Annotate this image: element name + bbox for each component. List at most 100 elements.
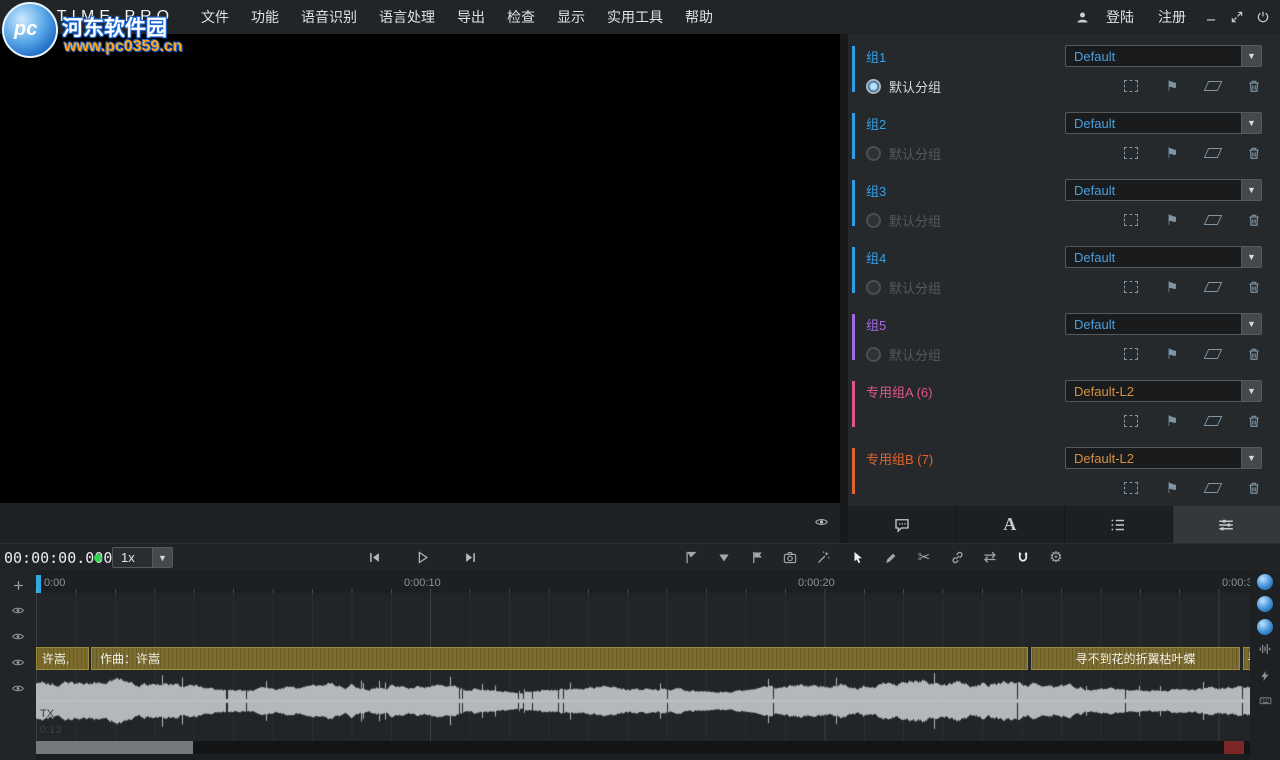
chevron-down-icon[interactable]: ▼ <box>1241 247 1261 267</box>
group-radio[interactable] <box>866 347 881 362</box>
group-radio[interactable] <box>866 79 881 94</box>
group-style-dropdown[interactable]: Default-L2 ▼ <box>1065 447 1262 469</box>
group-radio[interactable] <box>866 213 881 228</box>
subtitle-block[interactable]: 作曲：许嵩 <box>91 647 1028 670</box>
trash-icon[interactable] <box>1246 145 1262 161</box>
camera-icon[interactable] <box>782 549 798 566</box>
eraser-icon[interactable] <box>1205 212 1221 228</box>
waveform-display-icon[interactable] <box>1257 641 1273 657</box>
chevron-down-icon[interactable]: ▼ <box>1241 381 1261 401</box>
group-style-dropdown[interactable]: Default ▼ <box>1065 246 1262 268</box>
magnet-snap-icon[interactable] <box>1015 549 1031 566</box>
tab-comments[interactable] <box>848 506 956 543</box>
timeline-scrollbar[interactable] <box>36 741 1250 754</box>
group-style-dropdown[interactable]: Default ▼ <box>1065 45 1262 67</box>
eraser-icon[interactable] <box>1205 279 1221 295</box>
zoom-control-button[interactable] <box>1257 619 1273 635</box>
trash-icon[interactable] <box>1246 279 1262 295</box>
menu-display[interactable]: 显示 <box>546 0 596 34</box>
menu-speech-recognition[interactable]: 语音识别 <box>290 0 368 34</box>
scissors-icon[interactable]: ✂ <box>916 549 932 566</box>
quick-tap-flag-icon[interactable] <box>683 549 699 566</box>
select-region-icon[interactable] <box>1123 413 1139 429</box>
group-style-dropdown[interactable]: Default ▼ <box>1065 179 1262 201</box>
chevron-down-icon[interactable]: ▼ <box>1241 314 1261 334</box>
zoom-control-button[interactable] <box>1257 596 1273 612</box>
scrollbar-thumb[interactable] <box>36 741 193 754</box>
select-region-icon[interactable] <box>1123 346 1139 362</box>
flag-icon[interactable]: ⚑ <box>1164 413 1180 429</box>
login-link[interactable]: 登陆 <box>1096 7 1144 27</box>
minimize-button[interactable] <box>1200 6 1222 28</box>
magic-wand-icon[interactable] <box>815 549 831 566</box>
flag-icon[interactable]: ⚑ <box>1164 279 1180 295</box>
tab-subtitle-list[interactable] <box>1065 506 1173 543</box>
menu-help[interactable]: 帮助 <box>674 0 724 34</box>
eraser-icon[interactable] <box>1205 145 1221 161</box>
skip-to-start-button[interactable] <box>366 549 382 566</box>
zoom-control-button[interactable] <box>1257 574 1273 590</box>
menu-export[interactable]: 导出 <box>446 0 496 34</box>
track-visibility-icon[interactable] <box>10 654 26 670</box>
trash-icon[interactable] <box>1246 413 1262 429</box>
audio-track[interactable] <box>36 670 1250 732</box>
flag-icon[interactable]: ⚑ <box>1164 212 1180 228</box>
lightning-icon[interactable] <box>1257 668 1273 684</box>
video-preview[interactable] <box>0 34 840 503</box>
trash-icon[interactable] <box>1246 78 1262 94</box>
gear-icon[interactable]: ⚙ <box>1048 549 1064 566</box>
keyboard-icon[interactable] <box>1257 692 1273 708</box>
track-visibility-icon[interactable] <box>10 602 26 618</box>
chevron-down-icon[interactable]: ▼ <box>1241 113 1261 133</box>
group-style-dropdown[interactable]: Default ▼ <box>1065 313 1262 335</box>
group-style-dropdown[interactable]: Default-L2 ▼ <box>1065 380 1262 402</box>
tab-font-style[interactable]: A <box>956 506 1064 543</box>
group-radio[interactable] <box>866 146 881 161</box>
maximize-button[interactable] <box>1226 6 1248 28</box>
select-region-icon[interactable] <box>1123 480 1139 496</box>
add-track-icon[interactable] <box>10 577 26 593</box>
flag-icon[interactable]: ⚑ <box>1164 480 1180 496</box>
eraser-icon[interactable] <box>1205 78 1221 94</box>
chevron-down-icon[interactable]: ▼ <box>1241 180 1261 200</box>
group-radio[interactable] <box>866 280 881 295</box>
track-visibility-icon[interactable] <box>10 680 26 696</box>
eraser-icon[interactable] <box>1205 413 1221 429</box>
play-button[interactable] <box>414 549 430 566</box>
flag-icon[interactable]: ⚑ <box>1164 145 1180 161</box>
power-button[interactable] <box>1252 6 1274 28</box>
chevron-down-icon[interactable]: ▼ <box>152 548 172 567</box>
track-lanes[interactable]: 许嵩, 作曲：许嵩 寻不到花的折翼枯叶蝶 寻 TX 0:13 <box>36 593 1255 741</box>
menu-file[interactable]: 文件 <box>190 0 240 34</box>
skip-to-end-button[interactable] <box>462 549 478 566</box>
time-ruler[interactable]: 0:00 0:00:10 0:00:20 0:00:30 <box>36 575 1250 593</box>
menu-check[interactable]: 检查 <box>496 0 546 34</box>
flag-tool-icon[interactable] <box>749 549 765 566</box>
edit-pen-icon[interactable] <box>883 549 899 566</box>
flag-icon[interactable]: ⚑ <box>1164 346 1180 362</box>
chevron-down-icon[interactable]: ▼ <box>1241 448 1261 468</box>
register-link[interactable]: 注册 <box>1148 7 1196 27</box>
trash-icon[interactable] <box>1246 346 1262 362</box>
menu-utilities[interactable]: 实用工具 <box>596 0 674 34</box>
trash-icon[interactable] <box>1246 212 1262 228</box>
flag-icon[interactable]: ⚑ <box>1164 78 1180 94</box>
subtitle-block[interactable]: 寻不到花的折翼枯叶蝶 <box>1031 647 1240 670</box>
chevron-down-icon[interactable]: ▼ <box>1241 46 1261 66</box>
select-region-icon[interactable] <box>1123 212 1139 228</box>
toggle-subtitle-visibility-icon[interactable] <box>813 515 830 529</box>
subtitle-block[interactable]: 许嵩, <box>36 647 89 670</box>
playhead-marker[interactable] <box>36 575 41 593</box>
swap-icon[interactable]: ⇄ <box>982 549 998 566</box>
eraser-icon[interactable] <box>1205 480 1221 496</box>
select-region-icon[interactable] <box>1123 78 1139 94</box>
playback-speed-dropdown[interactable]: 1x ▼ <box>112 547 173 568</box>
eraser-icon[interactable] <box>1205 346 1221 362</box>
menu-functions[interactable]: 功能 <box>240 0 290 34</box>
menu-language-processing[interactable]: 语言处理 <box>368 0 446 34</box>
link-icon[interactable] <box>949 549 965 566</box>
group-style-dropdown[interactable]: Default ▼ <box>1065 112 1262 134</box>
tab-group-settings[interactable] <box>1173 506 1280 543</box>
track-visibility-icon[interactable] <box>10 628 26 644</box>
trash-icon[interactable] <box>1246 480 1262 496</box>
